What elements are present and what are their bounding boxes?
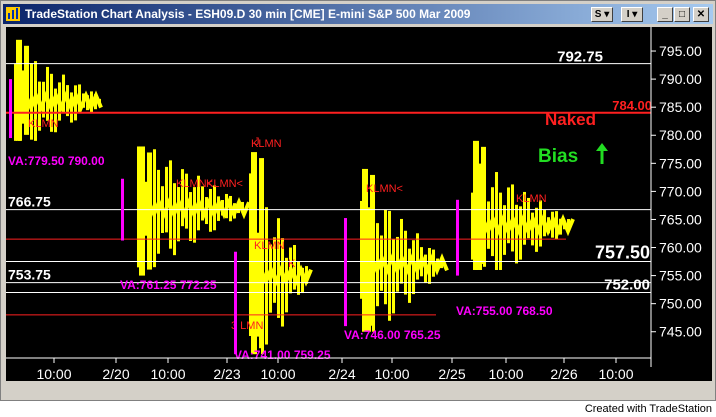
x-tick-label: 2/20 — [102, 366, 129, 381]
naked-label: Naked — [545, 110, 596, 129]
credit-text: Created with TradeStation — [584, 403, 712, 415]
footer-bar: Created with TradeStation — [0, 401, 716, 417]
symbol-button-label: S — [594, 9, 602, 20]
x-tick-label: 2/24 — [328, 366, 355, 381]
y-tick-label: 780.00 — [659, 127, 702, 143]
value-area-bar — [9, 79, 12, 139]
value-area-label: VA:779.50 790.00 — [8, 154, 105, 168]
close-icon: ✕ — [696, 9, 706, 20]
level-label: 752.00 — [604, 276, 650, 293]
level-label: 757.50 — [595, 243, 650, 263]
x-tick-label: 10:00 — [260, 366, 295, 381]
market-profile-chart: KLMNKLMN<KLMN<KLMNKLMN<KLMNKLMN3 LMNJK 7… — [6, 27, 702, 381]
level-label: 753.75 — [8, 267, 51, 283]
x-tick-label: 2/26 — [550, 366, 577, 381]
close-button[interactable]: ✕ — [693, 7, 709, 22]
value-area-label: VA:746.00 765.25 — [344, 328, 441, 342]
y-tick-label: 785.00 — [659, 99, 702, 115]
profile-stem — [473, 140, 479, 270]
profile-stem — [370, 174, 375, 326]
level-label: 792.75 — [557, 49, 603, 66]
profile-column — [269, 244, 272, 313]
profile-letters: J — [254, 136, 260, 148]
up-arrow-icon — [596, 143, 608, 164]
profile-column — [173, 183, 176, 256]
tradestation-icon — [6, 7, 20, 21]
x-tick-label: 2/23 — [213, 366, 240, 381]
x-tick-label: 10:00 — [150, 366, 185, 381]
profile-column — [165, 166, 168, 233]
indicator-button-label: I — [626, 9, 630, 20]
y-tick-label: 770.00 — [659, 183, 702, 199]
y-tick-label: 790.00 — [659, 71, 702, 87]
profile-2 — [137, 146, 251, 276]
y-tick-label: 795.00 — [659, 43, 702, 59]
level-label: 784.00 — [612, 98, 652, 113]
profile-column — [400, 218, 403, 284]
y-tick-label: 750.00 — [659, 296, 702, 312]
x-tick-label: 10:00 — [598, 366, 633, 381]
profile-column — [519, 206, 522, 260]
maximize-icon: □ — [678, 9, 686, 20]
maximize-button[interactable]: □ — [674, 7, 690, 22]
profile-letters: KLMN — [254, 240, 285, 252]
y-tick-label: 775.00 — [659, 155, 702, 171]
profile-letters: KLMN — [516, 193, 547, 205]
symbol-button[interactable]: S ▾ — [591, 7, 613, 22]
value-area-label: VA:761.25 772.25 — [120, 278, 217, 292]
profile-column — [177, 187, 180, 242]
profile-zigzag — [360, 253, 449, 276]
value-area-bar — [344, 218, 347, 327]
minimize-icon: _ — [662, 9, 668, 20]
x-tick-label: 10:00 — [374, 366, 409, 381]
indicator-button[interactable]: I ▾ — [621, 7, 643, 22]
profile-letters: K — [288, 258, 296, 270]
value-area-label: VA:741.00 759.25 — [234, 348, 331, 362]
chart-area[interactable]: KLMN KLMN< KLMN< KLMN KLMN< KLMN KLMN 3 LMN J K 7… — [6, 27, 712, 381]
profile-letters: KLMN< — [206, 178, 243, 190]
profile-column — [392, 238, 395, 314]
profile-stem — [481, 146, 486, 264]
y-tick-label: 765.00 — [659, 211, 702, 227]
value-area-label: VA:755.00 768.50 — [456, 304, 553, 318]
annotation-group: Naked Bias — [538, 110, 608, 167]
minimize-button[interactable]: _ — [657, 7, 673, 22]
y-tick-label: 745.00 — [659, 324, 702, 340]
value-area-bar — [121, 178, 124, 241]
level-label: 766.75 — [8, 194, 51, 210]
level-group: 792.75 784.00 766.75 757.50 753.75 752.00 — [6, 49, 652, 316]
profile-zigzag — [14, 90, 103, 113]
chart-window: TradeStation Chart Analysis - ESH09.D 30… — [0, 0, 716, 401]
profile-column — [157, 169, 160, 254]
profile-column — [384, 209, 387, 305]
bias-label: Bias — [538, 146, 578, 167]
title-bar[interactable]: TradeStation Chart Analysis - ESH09.D 30… — [3, 4, 713, 24]
y-tick-label: 760.00 — [659, 240, 702, 256]
x-tick-label: 10:00 — [488, 366, 523, 381]
value-area-bar — [456, 199, 459, 276]
value-area-bar — [234, 251, 237, 355]
window-title: TradeStation Chart Analysis - ESH09.D 30… — [25, 7, 471, 21]
y-tick-label: 755.00 — [659, 268, 702, 284]
profile-letters: KLMN< — [366, 183, 403, 195]
profile-letters: KLMN — [28, 118, 59, 130]
x-tick-label: 2/25 — [438, 366, 465, 381]
x-tick-label: 10:00 — [36, 366, 71, 381]
profile-stem — [16, 39, 22, 141]
